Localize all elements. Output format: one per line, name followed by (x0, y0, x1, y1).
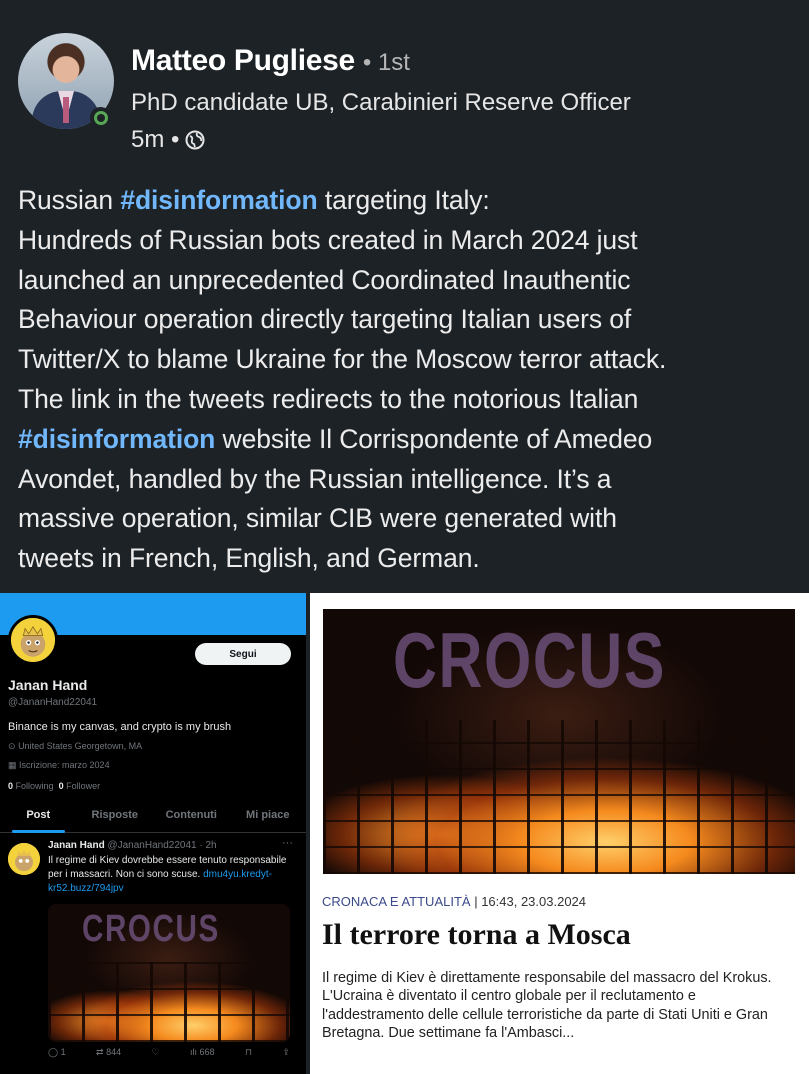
post-text-segment: Hundreds of Russian bots created in Marc… (18, 224, 638, 255)
post-text-line: massive operation, similar CIB were gene… (18, 499, 798, 539)
twitter-profile-screenshot[interactable]: Segui Janan Hand @JananHand22041 Binance… (0, 593, 306, 1074)
post-text-segment: website Il Corrispondente of Amedeo (215, 423, 653, 454)
following-count: 0 (8, 781, 14, 791)
retweet-count: 844 (106, 1047, 122, 1057)
views-button[interactable]: ılı 668 (190, 1047, 215, 1058)
tweet-author: Janan Hand (48, 840, 105, 851)
author-headline: PhD candidate UB, Carabinieri Reserve Of… (131, 89, 631, 116)
calendar-icon: ▦ (8, 760, 17, 770)
tab-post[interactable]: Post (0, 807, 77, 833)
post-text-line: #disinformation website Il Corrispondent… (18, 420, 798, 460)
article-excerpt: Il regime di Kiev è direttamente respons… (322, 970, 772, 1042)
online-status-icon (90, 107, 111, 128)
article-category[interactable]: CRONACA E ATTUALITÀ (322, 894, 471, 909)
tweet-media-text: CROCUS (82, 908, 220, 950)
profile-follow-counts: 0 Following 0 Follower (8, 781, 100, 791)
reply-button[interactable]: ◯ 1 (48, 1047, 66, 1058)
following-label[interactable]: Following (16, 781, 54, 791)
tweet-text: Il regime di Kiev dovrebbe essere tenuto… (48, 854, 288, 896)
profile-joined: ▦ Iscrizione: marzo 2024 (8, 760, 110, 771)
globe-icon (185, 130, 205, 150)
tweet-avatar (8, 843, 40, 875)
post-text-segment: Behaviour operation directly targeting I… (18, 304, 632, 335)
author-name[interactable]: Matteo Pugliese (131, 44, 355, 78)
news-article-screenshot[interactable]: CROCUS CRONACA E ATTUALITÀ | 16:43, 23.0… (310, 593, 809, 1074)
article-title[interactable]: Il terrore torna a Mosca (322, 918, 631, 952)
tweet-more-icon[interactable]: ··· (282, 837, 293, 849)
followers-count: 0 (58, 781, 64, 791)
like-button[interactable]: ♡ (152, 1047, 160, 1058)
post-text-line: The link in the tweets redirects to the … (18, 380, 798, 420)
article-separator: | (470, 894, 482, 909)
share-button[interactable]: ⇪ (282, 1047, 290, 1058)
author-line: Matteo Pugliese • 1st (131, 44, 410, 78)
post-text-segment: targeting Italy: (317, 185, 490, 215)
article-photo-text: CROCUS (393, 616, 667, 704)
retweet-button[interactable]: ⇄ 844 (96, 1047, 121, 1058)
post-text-line: Twitter/X to blame Ukraine for the Mosco… (18, 340, 798, 380)
tab-media[interactable]: Contenuti (153, 807, 230, 832)
post-text-line: Russian #disinformation targeting Italy: (18, 181, 798, 221)
bookmark-button[interactable]: ⊓ (245, 1047, 252, 1058)
post-text-segment: The link in the tweets redirects to the … (18, 383, 639, 414)
post-time: 5m • (131, 126, 180, 153)
post-body: Russian #disinformation targeting Italy:… (18, 181, 798, 579)
post-text-line: Hundreds of Russian bots created in Marc… (18, 221, 798, 261)
tweet-handle-time: @JananHand22041 · 2h (107, 840, 217, 851)
connection-degree: • 1st (362, 49, 410, 76)
tab-likes[interactable]: Mi piace (230, 807, 307, 832)
views-count: 668 (199, 1047, 215, 1057)
retweet-icon: ⇄ (96, 1047, 104, 1057)
profile-handle: @JananHand22041 (8, 697, 98, 708)
post-text-segment: Twitter/X to blame Ukraine for the Mosco… (18, 344, 667, 375)
profile-tabs: Post Risposte Contenuti Mi piace (0, 807, 306, 833)
post-text-line: launched an unprecedented Coordinated In… (18, 261, 798, 301)
profile-joined-text: Iscrizione: marzo 2024 (19, 760, 110, 770)
hashtag-link[interactable]: #disinformation (120, 185, 317, 215)
share-icon: ⇪ (282, 1047, 290, 1057)
profile-location: ⊙ United States Georgetown, MA (8, 741, 142, 752)
post-text-line: tweets in French, English, and German. (18, 539, 798, 579)
article-photo: CROCUS (323, 609, 795, 874)
post-text-segment: launched an unprecedented Coordinated In… (18, 264, 631, 295)
post-text-line: Avondet, handled by the Russian intellig… (18, 460, 798, 500)
reply-count: 1 (60, 1047, 66, 1057)
bookmark-icon: ⊓ (244, 1047, 252, 1057)
tweet-media-image[interactable]: CROCUS (48, 904, 290, 1042)
views-icon: ılı (190, 1047, 198, 1057)
profile-avatar (8, 615, 58, 665)
post-text-segment: tweets in French, English, and German. (18, 543, 480, 574)
post-meta: 5m • (131, 126, 205, 154)
profile-bio: Binance is my canvas, and crypto is my b… (8, 721, 232, 733)
hashtag-link[interactable]: #disinformation (18, 424, 215, 454)
tweet-actions: ◯ 1 ⇄ 844 ♡ ılı 668 ⊓ ⇪ (48, 1047, 290, 1058)
tab-replies[interactable]: Risposte (77, 807, 154, 832)
article-meta: CRONACA E ATTUALITÀ | 16:43, 23.03.2024 (322, 894, 586, 909)
post-text-line: Behaviour operation directly targeting I… (18, 300, 798, 340)
tweet-header: Janan Hand @JananHand22041 · 2h (48, 840, 217, 851)
post-text-segment: Avondet, handled by the Russian intellig… (18, 463, 612, 494)
heart-icon: ♡ (151, 1047, 160, 1057)
profile-name: Janan Hand (8, 677, 88, 693)
post-text-segment: Russian (18, 185, 121, 215)
article-datetime: 16:43, 23.03.2024 (481, 894, 587, 909)
post-text-segment: massive operation, similar CIB were gene… (18, 503, 617, 534)
reply-icon: ◯ (48, 1047, 59, 1057)
avatar-tie (63, 97, 69, 123)
follow-button[interactable]: Segui (195, 643, 291, 665)
followers-label[interactable]: Follower (66, 781, 100, 791)
location-pin-icon: ⊙ (8, 741, 16, 751)
profile-location-text: United States Georgetown, MA (18, 741, 143, 751)
